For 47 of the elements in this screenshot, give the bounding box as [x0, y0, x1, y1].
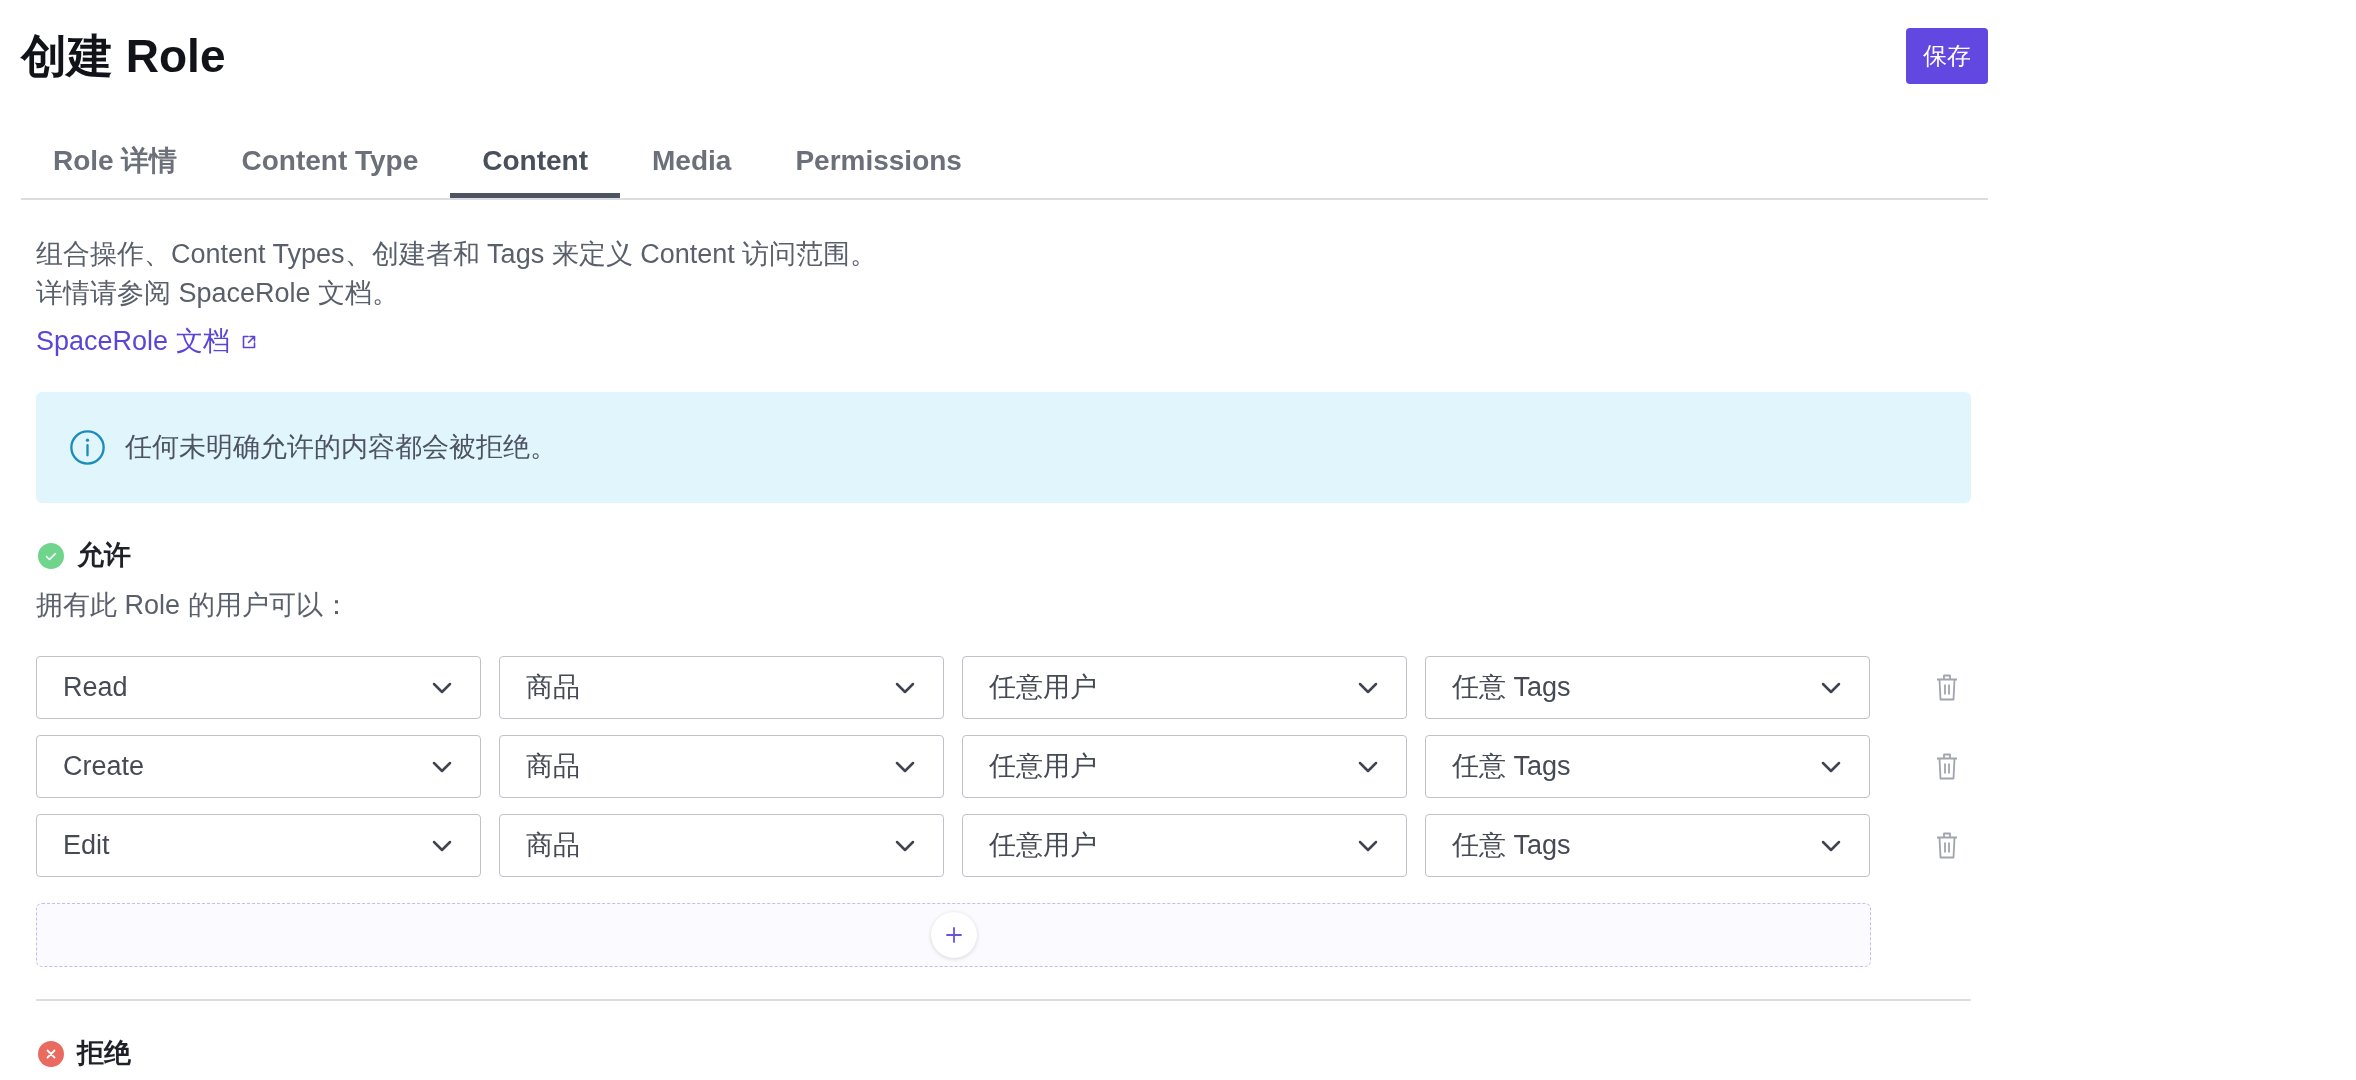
tab[interactable]: Role 详情: [21, 124, 210, 198]
tab[interactable]: Content Type: [209, 124, 451, 198]
chevron-down-icon: [895, 760, 915, 773]
section-subtitle: 拥有此 Role 的用户可以：: [36, 589, 351, 622]
tab[interactable]: Media: [620, 124, 764, 198]
dropdown[interactable]: Edit: [36, 814, 481, 877]
dropdown[interactable]: 任意用户: [962, 656, 1407, 719]
section-title: 拒绝: [77, 1037, 131, 1070]
plus-icon: [930, 912, 977, 958]
trash-icon[interactable]: [1936, 753, 1958, 780]
trash-icon[interactable]: [1936, 832, 1958, 859]
chevron-down-icon: [432, 839, 452, 852]
save-button[interactable]: 保存: [1906, 28, 1988, 84]
tab[interactable]: Permissions: [763, 124, 994, 198]
add-rule-button[interactable]: [36, 903, 1871, 967]
chevron-down-icon: [895, 681, 915, 694]
check-circle-icon: [38, 542, 64, 569]
dropdown[interactable]: Read: [36, 656, 481, 719]
docs-link[interactable]: SpaceRole 文档: [36, 322, 256, 361]
description-text: 详情请参阅 SpaceRole 文档。: [36, 277, 401, 310]
x-circle-icon: [38, 1040, 64, 1067]
dropdown[interactable]: 任意用户: [962, 735, 1407, 798]
info-icon: [70, 430, 105, 465]
dropdown[interactable]: 商品: [499, 735, 944, 798]
dropdown[interactable]: 商品: [499, 656, 944, 719]
chevron-down-icon: [1821, 760, 1841, 773]
dropdown[interactable]: 任意 Tags: [1425, 814, 1870, 877]
notice-text: 任何未明确允许的内容都会被拒绝。: [125, 431, 557, 464]
trash-icon[interactable]: [1936, 674, 1958, 701]
chevron-down-icon: [432, 760, 452, 773]
chevron-down-icon: [432, 681, 452, 694]
description-text: 组合操作、Content Types、创建者和 Tags 来定义 Content 访问范围。: [36, 238, 879, 271]
section-title: 允许: [77, 539, 131, 572]
chevron-down-icon: [895, 839, 915, 852]
chevron-down-icon: [1821, 839, 1841, 852]
dropdown[interactable]: 任意 Tags: [1425, 735, 1870, 798]
page-title: 创建 Role: [21, 29, 226, 84]
tab[interactable]: Content: [450, 124, 621, 198]
dropdown[interactable]: Create: [36, 735, 481, 798]
chevron-down-icon: [1358, 681, 1378, 694]
chevron-down-icon: [1358, 760, 1378, 773]
dropdown[interactable]: 任意用户: [962, 814, 1407, 877]
chevron-down-icon: [1821, 681, 1841, 694]
dropdown[interactable]: 商品: [499, 814, 944, 877]
external-link-icon: [241, 334, 256, 349]
dropdown[interactable]: 任意 Tags: [1425, 656, 1870, 719]
chevron-down-icon: [1358, 839, 1378, 852]
